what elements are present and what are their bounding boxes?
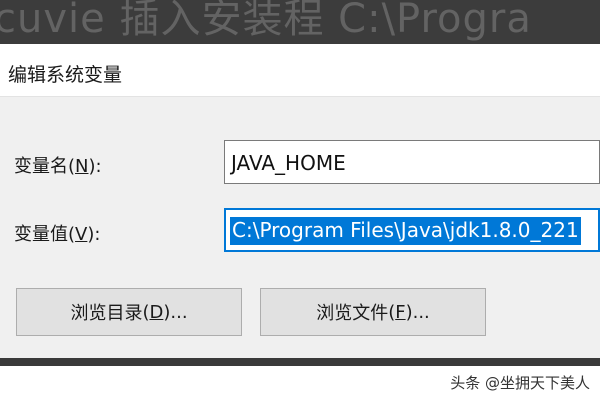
bottom-divider (0, 358, 600, 366)
browse-directory-hotkey: D (149, 301, 164, 323)
variable-value-selection: C:\Program Files\Java\jdk1.8.0_221 (230, 217, 581, 245)
variable-value-label-text: 变量值 (14, 224, 68, 245)
variable-value-hotkey: V (75, 224, 88, 245)
browse-file-hotkey: F (395, 301, 406, 323)
dialog-title: 编辑系统变量 (8, 64, 123, 86)
variable-value-label: 变量值(V): (14, 224, 101, 245)
background-window: cuvie 插入安装程 C:\Progra (0, 0, 600, 44)
browse-directory-button[interactable]: 浏览目录(D)... (16, 288, 242, 336)
variable-value-text: C:\Program Files\Java\jdk1.8.0_221 (230, 217, 581, 245)
dialog-title-bar[interactable]: 编辑系统变量 (0, 44, 600, 97)
browse-file-label: 浏览文件 (316, 303, 389, 324)
background-window-text: cuvie 插入安装程 C:\Progra (0, 0, 532, 42)
variable-value-field[interactable]: C:\Program Files\Java\jdk1.8.0_221 (224, 208, 600, 252)
watermark: 头条 @坐拥天下美人 (450, 374, 590, 392)
variable-name-label-text: 变量名 (14, 156, 68, 177)
browse-file-button[interactable]: 浏览文件(F)... (260, 288, 486, 336)
browse-directory-label: 浏览目录 (70, 303, 143, 324)
variable-name-value: JAVA_HOME (231, 151, 346, 175)
variable-name-field[interactable]: JAVA_HOME (224, 140, 600, 184)
variable-name-hotkey: N (75, 156, 89, 177)
footer: 头条 @坐拥天下美人 (0, 366, 600, 400)
edit-system-variable-dialog: 编辑系统变量 变量名(N): JAVA_HOME 变量值(V): C:\Prog… (0, 44, 600, 358)
variable-name-label: 变量名(N): (14, 156, 102, 177)
